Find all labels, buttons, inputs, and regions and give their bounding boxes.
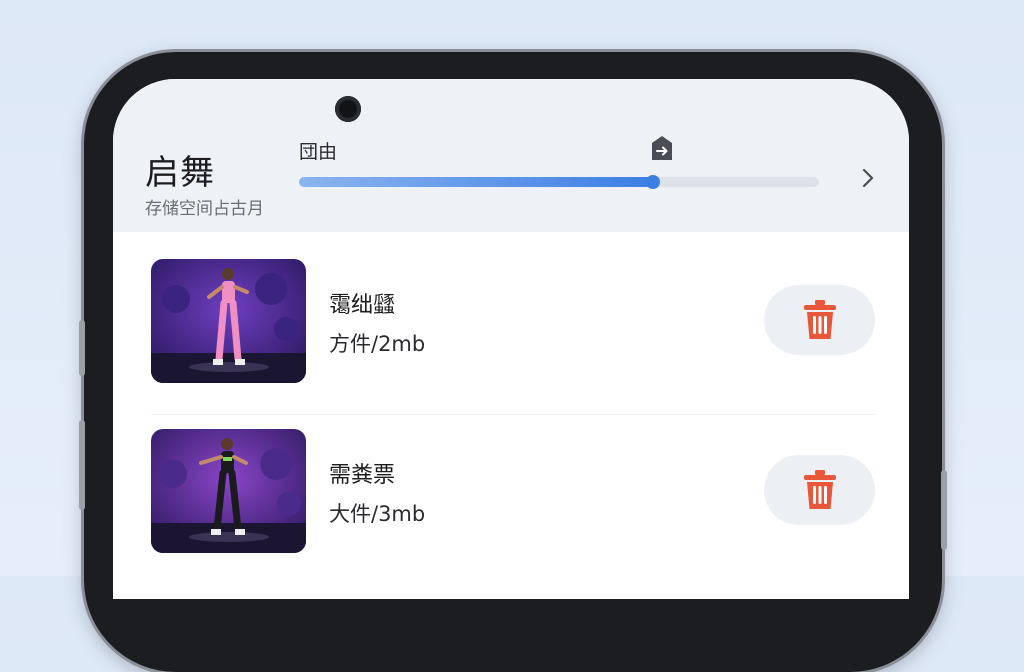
chevron-right-icon[interactable] (855, 165, 881, 191)
front-camera (335, 96, 361, 122)
item-title: 需粪票 (329, 463, 396, 488)
delete-button[interactable] (764, 455, 875, 525)
dancer-image (151, 259, 306, 383)
dancer-image (151, 429, 306, 553)
storage-progress-knob (645, 175, 660, 189)
video-thumbnail[interactable] (151, 429, 306, 553)
app-screen: 启舞 存储空间占古月 団由 霭绌瓥 方件/2mb 需粪票 大件/3mb (113, 79, 909, 599)
list-item[interactable]: 需粪票 大件/3mb (151, 429, 875, 559)
trash-icon (803, 470, 836, 509)
item-size: 大件/3mb (329, 502, 426, 526)
item-divider (151, 414, 875, 415)
storage-subtitle: 存储空间占古月 (145, 199, 264, 219)
app-title: 启舞 (145, 153, 215, 193)
volume-button (79, 320, 85, 376)
storage-progress-fill (299, 177, 653, 187)
storage-bar-label: 団由 (299, 141, 338, 163)
side-button (79, 420, 85, 510)
arrow-tag-icon (652, 136, 672, 160)
storage-progress-bar (299, 175, 819, 189)
video-thumbnail[interactable] (151, 259, 306, 383)
trash-icon (803, 300, 836, 339)
list-item[interactable]: 霭绌瓥 方件/2mb (151, 259, 875, 389)
item-title: 霭绌瓥 (329, 293, 396, 318)
item-size: 方件/2mb (329, 332, 426, 356)
delete-button[interactable] (764, 285, 875, 355)
power-button (941, 470, 947, 550)
storage-header: 启舞 存储空间占古月 団由 (113, 79, 909, 232)
